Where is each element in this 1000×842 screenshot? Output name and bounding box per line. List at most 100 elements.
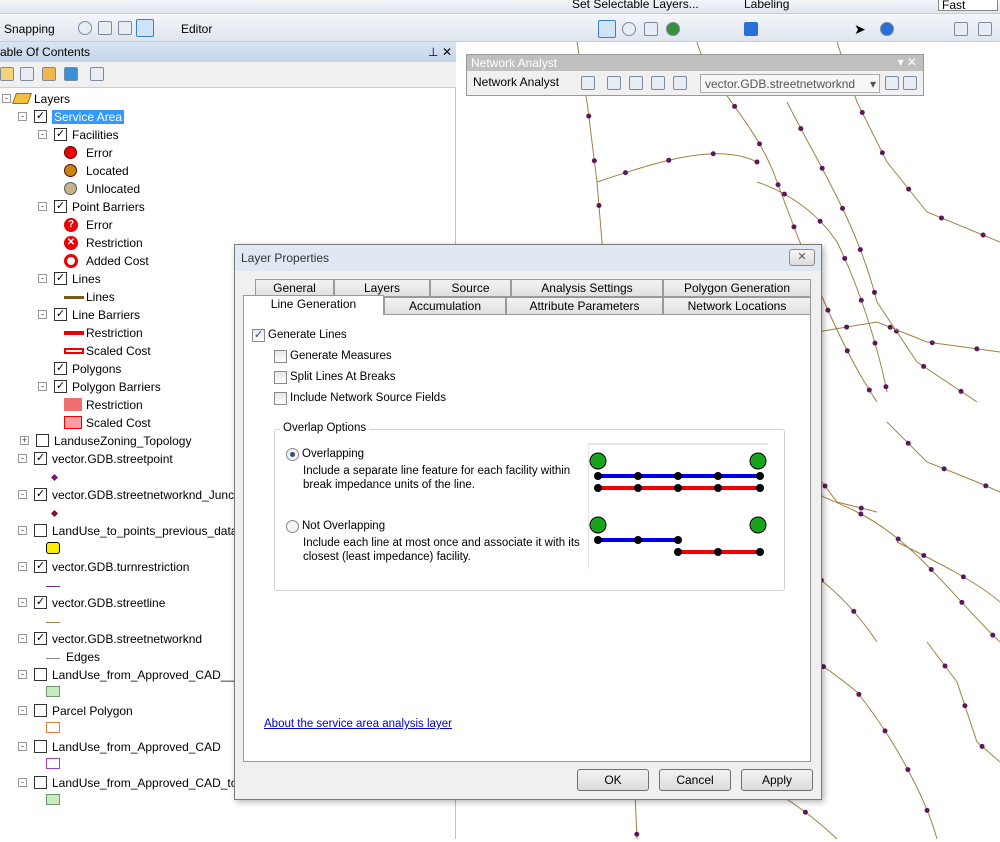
network-dataset-dropdown[interactable]: vector.GDB.streetnetworknd ▾ xyxy=(700,74,880,93)
visibility-checkbox[interactable]: ✓ xyxy=(34,452,47,465)
editor-menu[interactable]: Editor xyxy=(181,22,212,36)
legend-item[interactable]: ? Error xyxy=(0,216,456,234)
close-icon[interactable]: ▾ ✕ xyxy=(898,55,917,69)
visibility-checkbox[interactable]: ✓ xyxy=(54,200,67,213)
visibility-checkbox[interactable]: ✓ xyxy=(34,110,47,123)
visibility-checkbox[interactable]: ✓ xyxy=(54,272,67,285)
measure-icon[interactable] xyxy=(954,22,968,36)
collapse-icon[interactable]: - xyxy=(18,526,27,535)
pan-icon[interactable] xyxy=(644,22,658,36)
tab-analysis-settings[interactable]: Analysis Settings xyxy=(511,279,663,297)
list-by-visibility-icon[interactable] xyxy=(42,67,56,81)
collapse-icon[interactable]: - xyxy=(38,310,47,319)
visibility-checkbox[interactable]: ✓ xyxy=(34,560,47,573)
junction-point xyxy=(958,388,964,394)
solve-icon[interactable] xyxy=(673,76,687,90)
select-arrow-icon[interactable]: ➤ xyxy=(854,22,868,36)
tab-attribute-parameters[interactable]: Attribute Parameters xyxy=(506,297,663,315)
layer-item[interactable]: - ✓ Point Barriers xyxy=(0,198,456,216)
not-overlapping-radio[interactable] xyxy=(286,520,299,533)
list-by-drawing-order-icon[interactable] xyxy=(0,67,14,81)
back-icon[interactable] xyxy=(744,22,758,36)
visibility-checkbox[interactable]: ✓ xyxy=(54,362,67,375)
visibility-checkbox[interactable]: ✓ xyxy=(34,596,47,609)
network-analyst-window-icon[interactable] xyxy=(581,76,595,90)
zoom-in-icon[interactable] xyxy=(598,20,616,38)
visibility-checkbox[interactable]: ✓ xyxy=(54,308,67,321)
generate-lines-checkbox[interactable]: ✓ xyxy=(252,329,265,342)
tab-accumulation[interactable]: Accumulation xyxy=(384,297,506,315)
find-icon[interactable] xyxy=(978,22,992,36)
layer-item[interactable]: - ✓ Facilities xyxy=(0,126,456,144)
tab-source[interactable]: Source xyxy=(430,279,511,297)
tab-line-generation[interactable]: Line Generation xyxy=(243,295,384,315)
pin-icon[interactable]: ⊥ xyxy=(428,45,438,59)
visibility-checkbox[interactable] xyxy=(34,776,47,789)
cancel-button[interactable]: Cancel xyxy=(659,769,731,791)
list-by-source-icon[interactable] xyxy=(20,67,34,81)
ok-button[interactable]: OK xyxy=(577,769,649,791)
list-by-selection-icon[interactable] xyxy=(64,67,78,81)
collapse-icon[interactable]: - xyxy=(18,112,27,121)
expand-icon[interactable]: + xyxy=(20,436,29,445)
junction-point xyxy=(941,466,947,472)
visibility-checkbox[interactable]: ✓ xyxy=(54,128,67,141)
visibility-checkbox[interactable] xyxy=(34,740,47,753)
overlapping-radio[interactable] xyxy=(286,448,299,461)
select-move-icon[interactable] xyxy=(629,76,643,90)
visibility-checkbox[interactable] xyxy=(34,524,47,537)
snap-edge-icon[interactable] xyxy=(118,21,132,35)
split-lines-checkbox[interactable] xyxy=(274,371,287,384)
network-analyst-menu[interactable]: Network Analyst xyxy=(473,75,559,89)
apply-button[interactable]: Apply xyxy=(741,769,813,791)
layer-item[interactable]: - ✓ Service Area xyxy=(0,108,456,126)
close-icon[interactable]: ✕ xyxy=(442,45,452,59)
visibility-checkbox[interactable]: ✓ xyxy=(54,380,67,393)
visibility-checkbox[interactable] xyxy=(34,704,47,717)
visibility-checkbox[interactable] xyxy=(34,668,47,681)
collapse-icon[interactable]: - xyxy=(38,382,47,391)
labeling-menu[interactable]: Labeling xyxy=(744,0,789,11)
generate-measures-checkbox[interactable] xyxy=(274,350,287,363)
include-network-source-fields-checkbox[interactable] xyxy=(274,392,287,405)
collapse-icon[interactable]: - xyxy=(18,490,27,499)
snap-vertex-icon[interactable] xyxy=(98,21,112,35)
collapse-icon[interactable]: - xyxy=(18,598,27,607)
tab-polygon-generation[interactable]: Polygon Generation xyxy=(663,279,811,297)
visibility-checkbox[interactable]: ✓ xyxy=(34,488,47,501)
quality-dropdown[interactable]: Fast xyxy=(938,0,998,12)
visibility-checkbox[interactable] xyxy=(36,434,49,447)
collapse-icon[interactable]: - xyxy=(18,670,27,679)
collapse-icon[interactable]: - xyxy=(38,130,47,139)
collapse-icon[interactable]: - xyxy=(18,742,27,751)
close-button[interactable]: ✕ xyxy=(789,249,815,266)
collapse-icon[interactable]: - xyxy=(18,634,27,643)
options-icon[interactable] xyxy=(90,67,104,81)
legend-item[interactable]: Located xyxy=(0,162,456,180)
zoom-out-icon[interactable] xyxy=(622,22,636,36)
identify-icon[interactable] xyxy=(880,22,894,36)
collapse-icon[interactable]: - xyxy=(38,274,47,283)
layer-label: LandUse_from_Approved_CAD__jo xyxy=(52,668,244,682)
build-icon[interactable] xyxy=(651,76,665,90)
collapse-icon[interactable]: - xyxy=(18,706,27,715)
snapping-menu[interactable]: Snapping xyxy=(4,22,55,36)
set-selectable-layers-button[interactable]: Set Selectable Layers... xyxy=(572,0,699,11)
full-extent-icon[interactable] xyxy=(666,22,680,36)
collapse-icon[interactable]: - xyxy=(18,562,27,571)
layer-item[interactable]: - Layers xyxy=(0,90,456,108)
tab-network-locations[interactable]: Network Locations xyxy=(663,297,811,315)
directions-icon[interactable] xyxy=(885,76,899,90)
legend-item[interactable]: Unlocated xyxy=(0,180,456,198)
legend-item[interactable]: Error xyxy=(0,144,456,162)
snap-point-icon[interactable] xyxy=(78,21,92,35)
build-network-icon[interactable] xyxy=(903,76,917,90)
collapse-icon[interactable]: - xyxy=(2,94,11,103)
collapse-icon[interactable]: - xyxy=(18,778,27,787)
collapse-icon[interactable]: - xyxy=(18,454,27,463)
collapse-icon[interactable]: - xyxy=(38,202,47,211)
visibility-checkbox[interactable]: ✓ xyxy=(34,632,47,645)
help-link[interactable]: About the service area analysis layer xyxy=(264,718,452,730)
create-feature-icon[interactable] xyxy=(607,76,621,90)
snap-end-icon[interactable] xyxy=(136,19,154,37)
